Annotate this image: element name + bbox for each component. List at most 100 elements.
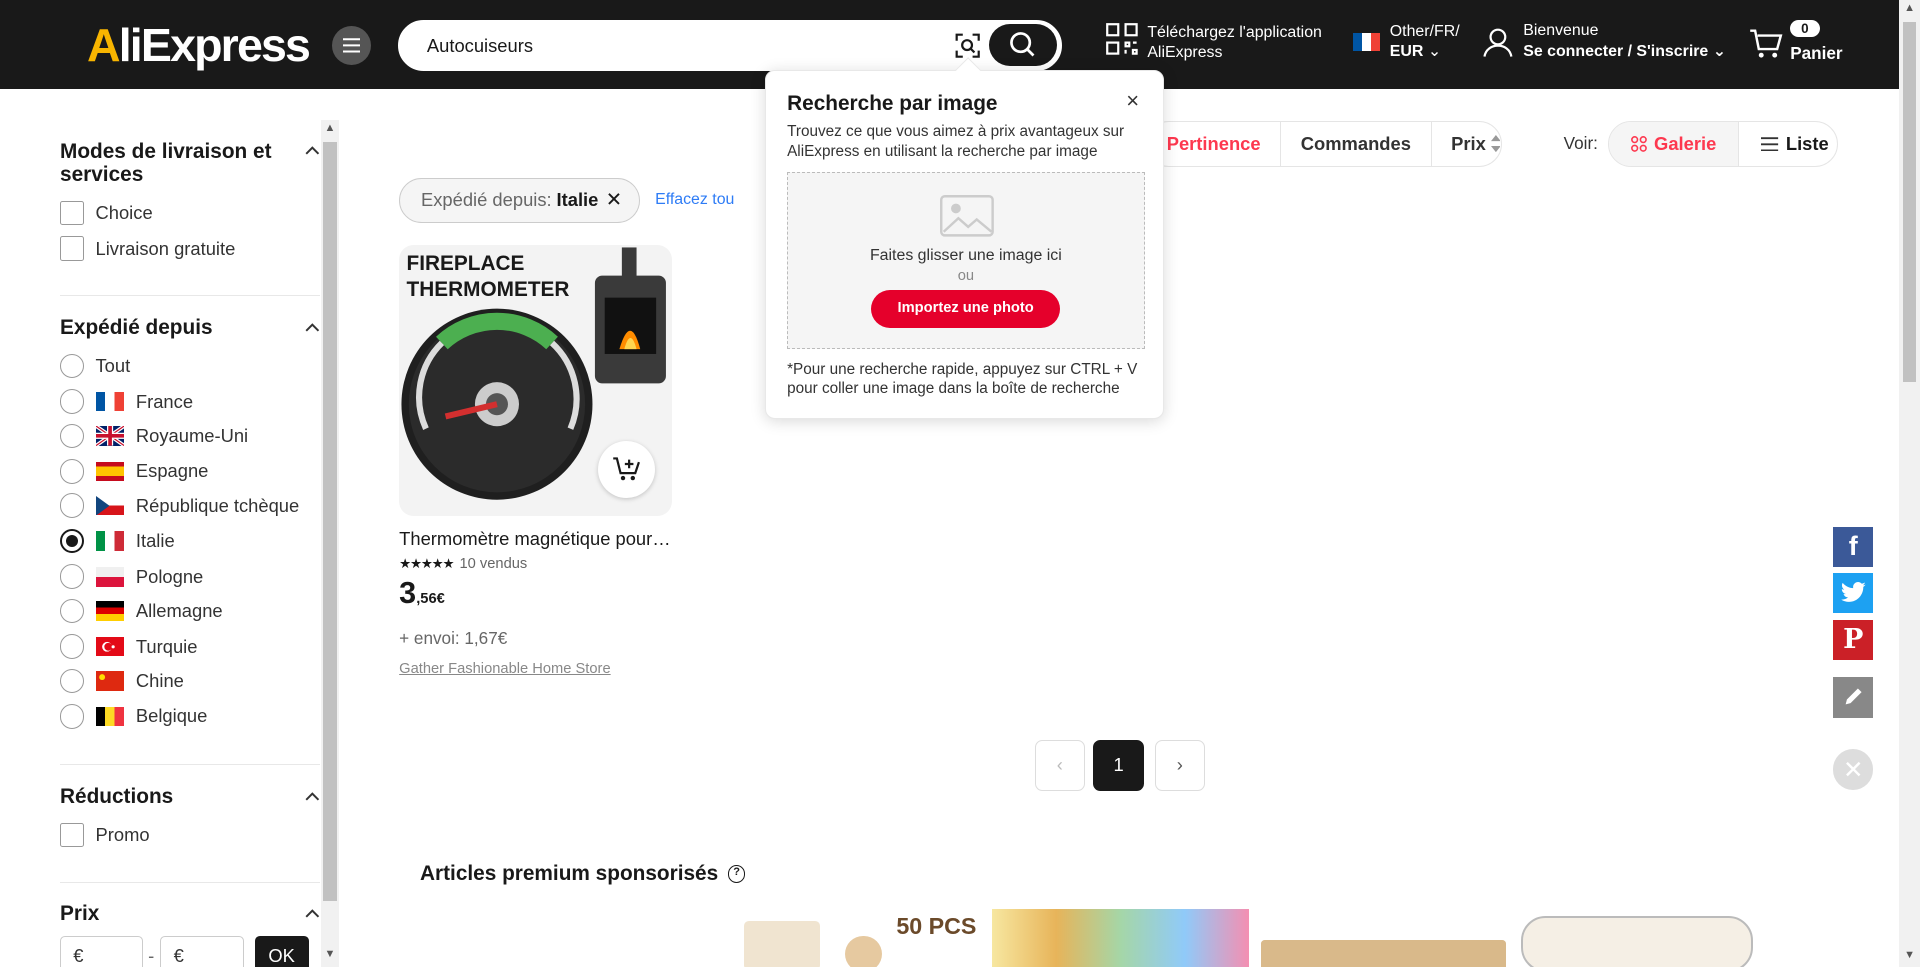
app-root: AliExpress Téléchargez l'applicationAliE…	[0, 0, 1920, 967]
facebook-share-button[interactable]: f	[1833, 526, 1874, 567]
close-icon[interactable]: ✕	[606, 188, 622, 212]
discounts-section: Réductions Promo	[60, 785, 320, 848]
search-input[interactable]	[426, 32, 917, 60]
scroll-down-arrow-icon[interactable]: ▼	[1904, 949, 1915, 961]
sidebar-scrollbar[interactable]: ▲ ▼	[320, 120, 340, 967]
option-label: Belgique	[135, 705, 208, 727]
radio[interactable]	[60, 459, 85, 484]
sort-price[interactable]: Prix	[1430, 122, 1521, 166]
sponsored-item-thumb[interactable]	[744, 920, 821, 967]
close-share-button[interactable]: ✕	[1833, 749, 1874, 790]
scroll-up-arrow-icon[interactable]: ▲	[324, 122, 335, 134]
radio-selected[interactable]	[60, 528, 85, 554]
clear-filters-link[interactable]: Effacez tou	[655, 191, 734, 209]
option-spain[interactable]: Espagne	[60, 458, 208, 485]
option-uk[interactable]: Royaume-Uni	[60, 422, 248, 449]
radio[interactable]	[60, 423, 85, 449]
option-promo[interactable]: Promo	[60, 822, 150, 849]
scroll-down-arrow-icon[interactable]: ▼	[324, 948, 335, 960]
option-free-shipping[interactable]: Livraison gratuite	[60, 235, 235, 262]
sign-in-link[interactable]: Se connecter / S'inscrire	[1523, 43, 1708, 60]
product-card[interactable]: FIREPLACE THERMOMETER Thermomètre magnét…	[399, 244, 673, 677]
radio[interactable]	[60, 564, 85, 589]
sponsored-header: Articles premium sponsorisés ?	[420, 862, 746, 886]
pinterest-share-button[interactable]: P	[1833, 619, 1874, 660]
option-label: Royaume-Uni	[135, 424, 249, 446]
option-italy[interactable]: Italie	[60, 528, 175, 555]
radio[interactable]	[60, 353, 85, 379]
checkbox[interactable]	[60, 200, 85, 226]
france-flag-icon	[95, 391, 124, 412]
sponsored-item-thumb[interactable]	[844, 935, 882, 967]
edit-button[interactable]	[1833, 677, 1874, 718]
chevron-up-icon[interactable]	[305, 790, 320, 805]
help-icon[interactable]: ?	[727, 865, 746, 883]
italy-flag-icon	[95, 531, 124, 551]
price-ok-button[interactable]: OK	[254, 935, 309, 967]
menu-button[interactable]	[331, 25, 371, 65]
chevron-up-icon[interactable]	[305, 321, 320, 336]
option-germany[interactable]: Allemagne	[60, 598, 223, 625]
view-list-button[interactable]: Liste	[1738, 122, 1850, 166]
option-all[interactable]: Tout	[60, 353, 130, 380]
option-belgium[interactable]: Belgique	[60, 703, 207, 730]
product-image[interactable]: FIREPLACE THERMOMETER	[399, 244, 673, 516]
active-filter-chip[interactable]: Expédié depuis: Italie ✕	[399, 177, 641, 223]
hamburger-icon	[342, 38, 360, 53]
radio[interactable]	[60, 704, 85, 729]
scroll-up-arrow-icon[interactable]: ▲	[1904, 2, 1915, 14]
radio[interactable]	[60, 668, 85, 694]
divider	[60, 764, 320, 766]
upload-photo-button[interactable]: Importez une photo	[871, 289, 1060, 328]
option-china[interactable]: Chine	[60, 667, 184, 694]
product-title[interactable]: Thermomètre magnétique pour poêle à bois	[399, 528, 672, 550]
aliexpress-logo[interactable]: AliExpress	[87, 17, 311, 73]
checkbox[interactable]	[60, 822, 85, 848]
pagination-next[interactable]: ›	[1154, 739, 1205, 792]
pagination-current-page[interactable]: 1	[1093, 739, 1144, 792]
shipped-from-title[interactable]: Expédié depuis	[60, 316, 320, 339]
price-title[interactable]: Prix	[60, 902, 320, 925]
image-drop-zone[interactable]: Faites glisser une image ici ou Importez…	[787, 172, 1145, 349]
language-currency-selector[interactable]: Other/FR/EUR ⌄	[1353, 22, 1460, 61]
radio[interactable]	[60, 389, 85, 414]
twitter-share-button[interactable]	[1833, 573, 1874, 614]
option-france[interactable]: France	[60, 388, 193, 415]
sidebar-scroll-thumb[interactable]	[323, 142, 337, 902]
close-icon[interactable]: ×	[1126, 88, 1139, 114]
store-link[interactable]: Gather Fashionable Home Store	[399, 661, 610, 677]
chevron-up-icon[interactable]	[305, 144, 320, 159]
sponsored-item-thumb[interactable]	[991, 908, 1249, 967]
option-choice[interactable]: Choice	[60, 200, 153, 227]
search-button[interactable]	[988, 24, 1058, 66]
cart-icon	[1749, 29, 1783, 58]
price-max-input[interactable]: €	[160, 935, 244, 967]
radio[interactable]	[60, 493, 85, 518]
sort-orders[interactable]: Commandes	[1280, 122, 1430, 166]
sort-relevance[interactable]: Pertinence	[1147, 122, 1280, 165]
radio[interactable]	[60, 598, 85, 624]
view-gallery-button[interactable]: Galerie	[1608, 122, 1739, 166]
account-menu[interactable]: Bienvenue Se connecter / S'inscrire ⌄	[1482, 21, 1726, 63]
delivery-section: Modes de livraison et services Choice Li…	[60, 140, 320, 261]
add-to-cart-button[interactable]	[597, 440, 656, 499]
option-label: Tout	[95, 355, 131, 377]
facebook-icon: f	[1848, 531, 1858, 562]
radio[interactable]	[60, 634, 85, 659]
chevron-up-icon[interactable]	[305, 907, 320, 922]
page-scroll-thumb[interactable]	[1902, 22, 1917, 383]
sponsored-item-thumb[interactable]	[1261, 940, 1507, 967]
option-poland[interactable]: Pologne	[60, 563, 203, 590]
pagination-prev[interactable]: ‹	[1034, 739, 1085, 792]
option-label: Choice	[95, 202, 153, 224]
delivery-section-title[interactable]: Modes de livraison et services	[60, 140, 320, 187]
page-scrollbar[interactable]: ▲ ▼	[1899, 0, 1920, 967]
price-section: Prix	[60, 902, 320, 925]
discounts-title[interactable]: Réductions	[60, 785, 320, 808]
download-app-link[interactable]: Téléchargez l'application AliExpress	[1105, 23, 1322, 62]
option-czech[interactable]: République tchèque	[60, 492, 299, 519]
price-min-input[interactable]: €	[60, 935, 144, 967]
sponsored-item-thumb[interactable]	[1520, 915, 1754, 967]
checkbox[interactable]	[60, 236, 85, 261]
option-turkey[interactable]: Turquie	[60, 633, 197, 660]
